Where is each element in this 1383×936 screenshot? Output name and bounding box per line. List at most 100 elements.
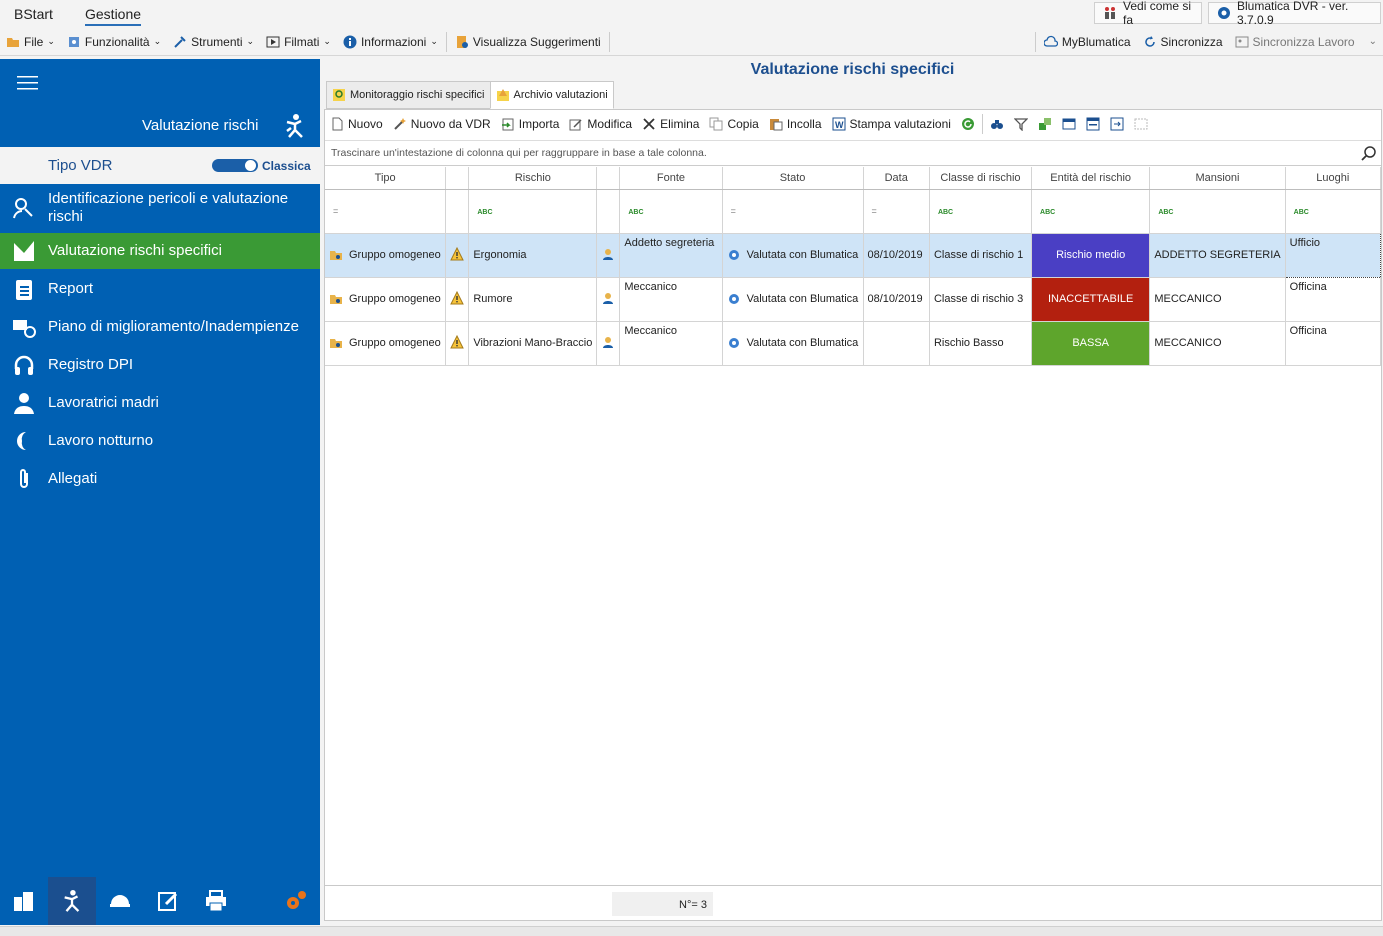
- filter-cell-tipo[interactable]: =: [325, 189, 447, 234]
- tab-archivio[interactable]: Archivio valutazioni: [489, 81, 614, 109]
- funzionalita-menu[interactable]: Funzionalità ⌄: [61, 31, 167, 53]
- magic-wand-icon: [393, 118, 406, 130]
- sidebar-item-report[interactable]: Report: [0, 271, 320, 307]
- informazioni-menu[interactable]: Informazioni ⌄: [337, 31, 444, 53]
- sincronizza-button[interactable]: Sincronizza: [1137, 31, 1229, 53]
- tipo-vdr-toggle[interactable]: [212, 159, 258, 172]
- filmati-menu[interactable]: Filmati ⌄: [260, 31, 337, 53]
- incolla-button[interactable]: Incolla: [764, 113, 827, 135]
- sidebar-item-piano[interactable]: Piano di miglioramento/Inadempienze: [0, 309, 320, 345]
- column-header-icon[interactable]: [445, 167, 470, 190]
- myblumatica-button[interactable]: MyBlumatica: [1038, 31, 1137, 53]
- column-header-stato[interactable]: Stato: [722, 167, 864, 190]
- sidebar-item-valutazione-specifici[interactable]: Valutazione rischi specifici: [0, 233, 320, 269]
- table-row[interactable]: Gruppo omogeneo Ergonomia Addetto segret…: [325, 232, 1382, 278]
- cell-rischio: Rumore: [468, 277, 598, 322]
- chevron-down-icon[interactable]: ⌄: [1369, 36, 1377, 47]
- cell-entita: INACCETTABILE: [1031, 277, 1151, 322]
- filter-cell-fonte[interactable]: ABC: [619, 189, 723, 234]
- column-header-icon[interactable]: [596, 167, 621, 190]
- group-button[interactable]: [1033, 113, 1057, 135]
- sincronizza-lavoro-button[interactable]: Sincronizza Lavoro: [1229, 31, 1361, 53]
- suggerimenti-button[interactable]: Visualizza Suggerimenti: [449, 31, 607, 53]
- filter-cell[interactable]: [445, 189, 470, 234]
- tab-gestione[interactable]: Gestione: [85, 6, 142, 26]
- search-icon[interactable]: [1361, 146, 1377, 162]
- refresh-button[interactable]: [956, 113, 980, 135]
- filter-cell-rischio[interactable]: ABC: [468, 189, 598, 234]
- risk-button[interactable]: [48, 877, 96, 925]
- nuovo-label: Nuovo: [348, 117, 383, 131]
- strumenti-label: Strumenti: [191, 34, 243, 49]
- group-folder-icon: [330, 295, 342, 304]
- main-toolbar: File ⌄ Funzionalità ⌄ Strumenti ⌄ Filmati ⌄ …: [0, 28, 1383, 56]
- company-button[interactable]: [0, 877, 48, 925]
- group-by-area[interactable]: Trascinare un'intestazione di colonna qu…: [325, 140, 1381, 166]
- filter-icon: [1013, 118, 1028, 131]
- sidebar-item-allegati[interactable]: Allegati: [0, 461, 320, 497]
- filter-cell-luoghi[interactable]: ABC: [1285, 189, 1382, 234]
- cell-luoghi[interactable]: Ufficio: [1284, 232, 1382, 278]
- vedi-come-button[interactable]: Vedi come si fa: [1094, 0, 1202, 27]
- column-header-rischio[interactable]: Rischio: [468, 167, 598, 190]
- blumatica-logo-icon: [1218, 7, 1230, 19]
- settings-button[interactable]: [272, 877, 320, 925]
- sidebar-item-registro-dpi[interactable]: Registro DPI: [0, 347, 320, 383]
- separator: [1034, 31, 1036, 52]
- layout-button[interactable]: [1081, 113, 1105, 135]
- filter-cell-entita[interactable]: ABC: [1031, 189, 1151, 234]
- nuovo-button[interactable]: Nuovo: [325, 113, 388, 135]
- modifica-button[interactable]: Modifica: [564, 113, 637, 135]
- columns-button[interactable]: [1057, 113, 1081, 135]
- filter-cell-stato[interactable]: =: [722, 189, 864, 234]
- column-header-mansioni[interactable]: Mansioni: [1149, 167, 1286, 190]
- column-header-fonte[interactable]: Fonte: [619, 167, 723, 190]
- cell-fonte: Addetto segreteria: [619, 233, 723, 278]
- sidebar-item-lavoro-notturno[interactable]: Lavoro notturno: [0, 423, 320, 459]
- stato-text: Valutata con Blumatica: [746, 337, 859, 349]
- table-row[interactable]: Gruppo omogeneo Rumore Meccanico Valutat…: [325, 277, 1382, 322]
- filter-button[interactable]: [1009, 113, 1033, 135]
- table-row[interactable]: Gruppo omogeneo Vibrazioni Mano-Braccio …: [325, 321, 1382, 366]
- column-header-entita[interactable]: Entità del rischio: [1031, 167, 1151, 190]
- group-icon: [1038, 118, 1051, 130]
- strumenti-menu[interactable]: Strumenti ⌄: [167, 31, 260, 53]
- hamburger-menu-icon[interactable]: [17, 75, 39, 91]
- safety-button[interactable]: [96, 877, 144, 925]
- filter-cell-classe[interactable]: ABC: [929, 189, 1033, 234]
- status-bar: [0, 926, 1383, 936]
- sidebar: Valutazione rischi Tipo VDR Classica Ide…: [0, 59, 320, 925]
- version-button[interactable]: Blumatica DVR - ver. 3.7.0.9: [1208, 0, 1381, 27]
- tab-bstart[interactable]: BStart: [14, 6, 53, 22]
- filter-cell[interactable]: [596, 189, 621, 234]
- copia-label: Copia: [727, 117, 759, 131]
- column-header-tipo[interactable]: Tipo: [325, 167, 447, 190]
- sidebar-item-identificazione[interactable]: Identificazione pericoli e valutazione r…: [0, 184, 320, 232]
- nuovo-vdr-button[interactable]: Nuovo da VDR: [388, 113, 496, 135]
- options-button[interactable]: [1129, 113, 1153, 135]
- print-button[interactable]: [192, 877, 240, 925]
- column-header-data[interactable]: Data: [863, 167, 930, 190]
- tab-label: Monitoraggio rischi specifici: [350, 89, 485, 101]
- file-menu[interactable]: File ⌄: [0, 31, 61, 53]
- sidebar-item-lavoratrici-madri[interactable]: Lavoratrici madri: [0, 385, 320, 421]
- stampa-button[interactable]: W Stampa valutazioni: [827, 113, 956, 135]
- edit-document-icon: [569, 119, 582, 131]
- text-filter-icon: ABC: [937, 209, 954, 216]
- find-button[interactable]: [985, 113, 1009, 135]
- importa-button[interactable]: Importa: [496, 113, 565, 135]
- cell-entita: Rischio medio: [1031, 233, 1151, 278]
- tab-monitoraggio[interactable]: Monitoraggio rischi specifici: [326, 81, 491, 109]
- chevron-down-icon: ⌄: [47, 36, 55, 46]
- column-header-luoghi[interactable]: Luoghi: [1285, 167, 1382, 190]
- export-button[interactable]: [1105, 113, 1129, 135]
- column-header-classe[interactable]: Classe di rischio: [929, 167, 1033, 190]
- edit-button[interactable]: [144, 877, 192, 925]
- cell-data: [863, 321, 930, 366]
- copia-button[interactable]: Copia: [704, 113, 763, 135]
- elimina-label: Elimina: [660, 117, 700, 131]
- film-icon: [266, 36, 280, 47]
- filter-cell-data[interactable]: =: [863, 189, 930, 234]
- elimina-button[interactable]: Elimina: [637, 113, 704, 135]
- filter-cell-mansioni[interactable]: ABC: [1149, 189, 1286, 234]
